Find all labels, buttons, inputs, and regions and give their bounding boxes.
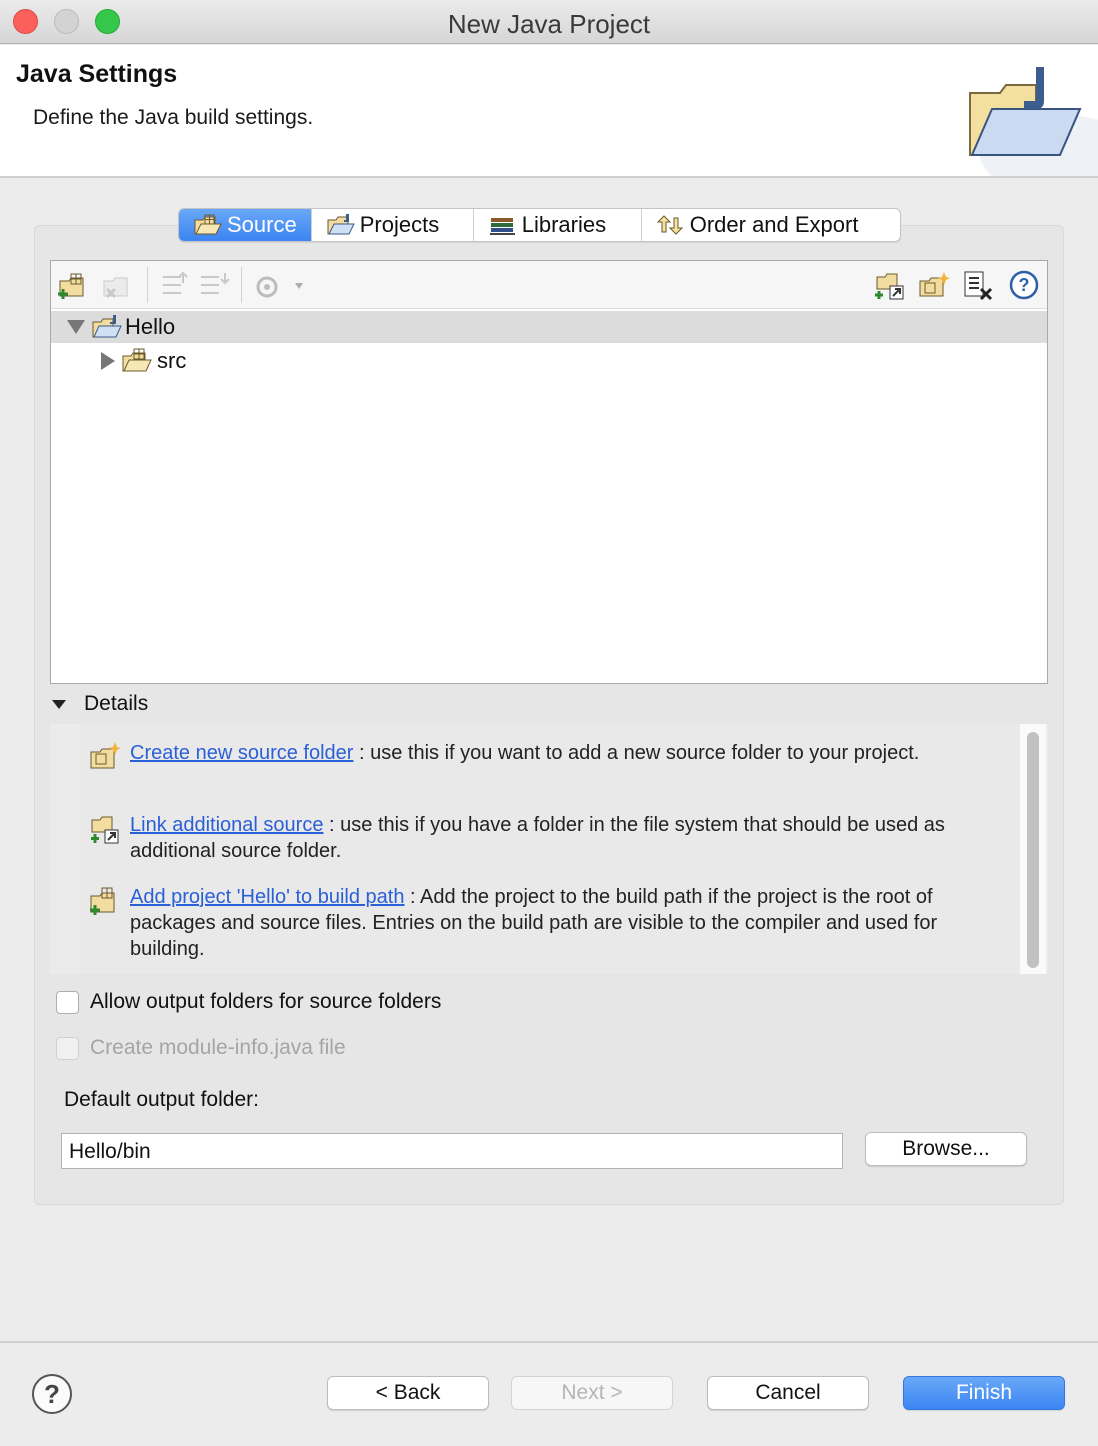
tab-bar: Source Projects Libraries Order and Expo…	[178, 208, 901, 242]
expand-toggle-icon[interactable]	[67, 320, 85, 334]
cancel-button[interactable]: Cancel	[707, 1376, 869, 1410]
move-down-icon[interactable]	[197, 269, 231, 301]
details-title: Details	[84, 692, 149, 715]
tree-item-label: Hello	[125, 314, 176, 339]
order-export-icon	[656, 215, 683, 235]
details-panel: Create new source folder : use this if y…	[50, 724, 1048, 974]
expand-toggle-icon[interactable]	[101, 352, 115, 370]
details-section-toggle[interactable]: Details	[52, 690, 148, 718]
new-source-folder-icon[interactable]	[917, 269, 951, 301]
remove-source-icon[interactable]	[101, 269, 135, 301]
configure-dropdown-icon[interactable]	[251, 269, 309, 301]
add-project-to-build-path-link[interactable]: Add project 'Hello' to build path	[130, 886, 404, 908]
tab-source-label: Source	[227, 212, 297, 237]
tab-order-export-label: Order and Export	[689, 212, 859, 237]
detail-item-link-source: Link additional source : use this if you…	[88, 812, 988, 864]
allow-output-folders-checkbox[interactable]	[56, 991, 79, 1014]
page-description: Define the Java build settings.	[33, 106, 314, 129]
allow-output-folders-label: Allow output folders for source folders	[90, 990, 442, 1013]
move-up-icon[interactable]	[155, 269, 189, 301]
wizard-header: Java Settings Define the Java build sett…	[0, 45, 1098, 178]
window-titlebar: New Java Project	[0, 0, 1098, 44]
svg-text:?: ?	[1019, 275, 1030, 295]
create-module-info-checkbox[interactable]	[56, 1037, 79, 1060]
toolbar-separator	[147, 267, 148, 303]
default-output-folder-input[interactable]: Hello/bin	[61, 1133, 843, 1169]
detail-item-add-project: Add project 'Hello' to build path : Add …	[88, 884, 988, 962]
back-button[interactable]: < Back	[327, 1376, 489, 1410]
add-source-folder-icon	[90, 887, 115, 915]
detail-item-create-source: Create new source folder : use this if y…	[88, 740, 988, 769]
tree-row-src[interactable]: src	[51, 345, 1047, 377]
java-project-wizard-icon	[969, 67, 1098, 176]
details-content: Create new source folder : use this if y…	[80, 724, 1020, 974]
page-title: Java Settings	[16, 60, 178, 88]
tab-order-export[interactable]: Order and Export	[642, 209, 900, 241]
link-additional-source-link[interactable]: Link additional source	[130, 814, 323, 836]
libraries-icon	[489, 218, 515, 235]
source-toolbar: ?	[51, 261, 1047, 309]
package-folder-icon	[122, 348, 152, 372]
tab-libraries[interactable]: Libraries	[474, 209, 642, 241]
source-folder-icon	[194, 214, 222, 235]
details-scrollbar-thumb[interactable]	[1027, 732, 1039, 968]
tree-row-hello[interactable]: Hello	[51, 311, 1047, 343]
tab-source[interactable]: Source	[179, 209, 312, 241]
link-source-icon[interactable]	[873, 269, 907, 301]
tab-libraries-label: Libraries	[521, 212, 607, 237]
tab-projects-label: Projects	[359, 212, 440, 237]
add-source-folder-icon[interactable]	[57, 269, 91, 301]
java-project-icon	[92, 315, 122, 338]
create-module-info-label: Create module-info.java file	[90, 1036, 346, 1059]
remove-entry-icon[interactable]	[961, 269, 995, 301]
new-source-folder-icon	[90, 742, 121, 769]
window-title: New Java Project	[447, 9, 651, 39]
help-button[interactable]: ?	[32, 1374, 72, 1414]
default-output-folder-label: Default output folder:	[64, 1088, 259, 1111]
tab-projects[interactable]: Projects	[312, 209, 474, 241]
link-source-icon	[91, 816, 119, 844]
create-source-folder-link[interactable]: Create new source folder	[130, 742, 353, 764]
finish-button[interactable]: Finish	[903, 1376, 1065, 1410]
next-button[interactable]: Next >	[511, 1376, 673, 1410]
footer-divider	[0, 1341, 1098, 1343]
browse-button[interactable]: Browse...	[865, 1132, 1027, 1166]
projects-icon	[327, 214, 355, 235]
collapse-triangle-icon	[52, 699, 66, 709]
detail-text: : use this if you want to add a new sour…	[353, 742, 920, 764]
help-icon[interactable]: ?	[1007, 269, 1041, 301]
source-tree-view: ? Hello src	[50, 260, 1048, 684]
toolbar-separator	[241, 267, 242, 303]
tree-item-label: src	[157, 348, 187, 373]
